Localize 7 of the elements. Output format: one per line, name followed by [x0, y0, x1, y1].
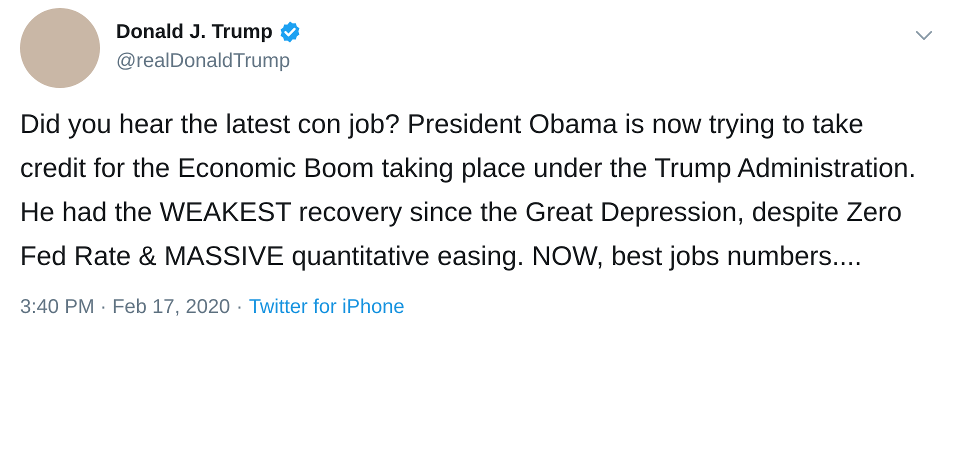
author-name[interactable]: Donald J. Trump: [116, 20, 273, 44]
chevron-down-icon[interactable]: [915, 30, 933, 41]
tweet-text: Did you hear the latest con job? President Obama is now trying to take credit for the Economic Boom taking place under the Trump Administration. He had the WEAKEST recovery since the Great Depression, despite Zero Fed Rate & MASSIVE quantitative easing. NOW, best jobs numbers....: [20, 108, 917, 273]
separator-dot: ·: [236, 296, 243, 319]
tweet-timestamp[interactable]: 3:40 PM · Feb 17, 2020: [20, 296, 230, 319]
source-link[interactable]: Twitter for iPhone: [248, 296, 404, 319]
author-handle[interactable]: @realDonaldTrump: [116, 50, 302, 73]
